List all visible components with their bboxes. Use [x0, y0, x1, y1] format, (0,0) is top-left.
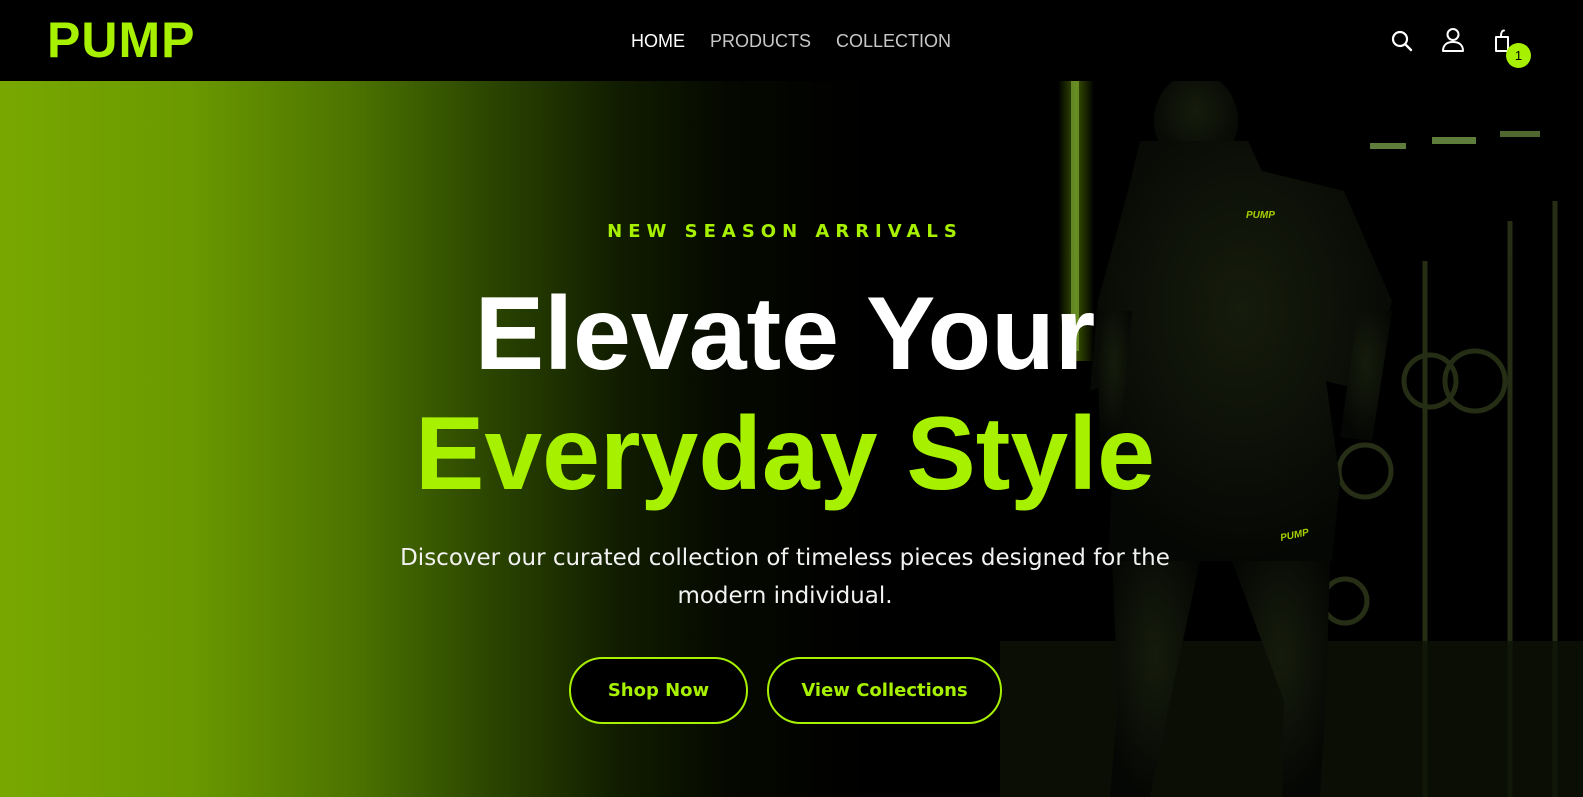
nav-home[interactable]: HOME — [631, 30, 685, 52]
site-header: PUMP HOME PRODUCTS COLLECTION 1 — [0, 0, 1583, 81]
search-icon[interactable] — [1388, 27, 1416, 55]
cart-count-badge: 1 — [1506, 43, 1531, 68]
nav-products[interactable]: PRODUCTS — [710, 30, 811, 52]
hero-subtext: Discover our curated collection of timel… — [400, 545, 1170, 609]
main-nav: HOME PRODUCTS COLLECTION — [631, 30, 951, 52]
hero-kicker: NEW SEASON ARRIVALS — [607, 221, 963, 242]
shop-now-button[interactable]: Shop Now — [569, 657, 748, 724]
user-icon[interactable] — [1439, 26, 1467, 54]
view-collections-button[interactable]: View Collections — [767, 657, 1002, 724]
svg-text:PUMP: PUMP — [1246, 210, 1275, 221]
hero-headline-line1: Elevate Your — [474, 276, 1096, 392]
nav-collection[interactable]: COLLECTION — [836, 30, 951, 52]
hero-section: PUMP PUMP NEW SEASON ARRIVALS Elevate Yo… — [0, 81, 1583, 797]
hero-headline-line2: Everyday Style — [414, 396, 1156, 512]
brand-logo[interactable]: PUMP — [47, 12, 195, 68]
